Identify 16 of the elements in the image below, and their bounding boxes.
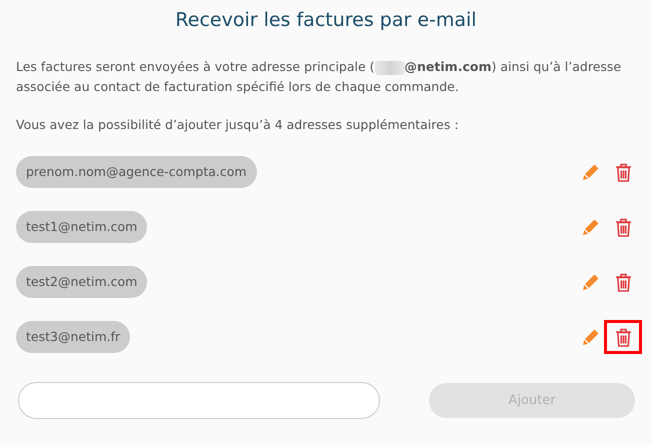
delete-icon[interactable] [614, 328, 632, 346]
page-title: Recevoir les factures par e-mail [175, 8, 477, 32]
edit-icon[interactable] [582, 218, 600, 236]
email-chip: test2@netim.com [16, 266, 148, 298]
email-input-field[interactable] [18, 382, 380, 419]
limit-note: Vous avez la possibilité d’ajouter jusqu’à 4 adresses supplémentaires : [16, 116, 460, 134]
edit-icon[interactable] [582, 163, 600, 181]
intro-paragraph: Les factures seront envoyées à votre adresse principale ( @netim.com) ainsi qu’à l’adresse associée au contact de facturation spécifié lors de chaque commande. [16, 58, 622, 96]
edit-icon[interactable] [582, 273, 600, 291]
email-chip: test3@netim.fr [16, 321, 130, 353]
edit-icon[interactable] [582, 328, 600, 346]
delete-icon[interactable] [614, 162, 632, 182]
delete-icon[interactable] [614, 272, 632, 292]
email-chip: prenom.nom@agence-compta.com [16, 156, 257, 188]
email-chip: test1@netim.com [16, 211, 148, 243]
delete-icon[interactable] [614, 218, 632, 236]
